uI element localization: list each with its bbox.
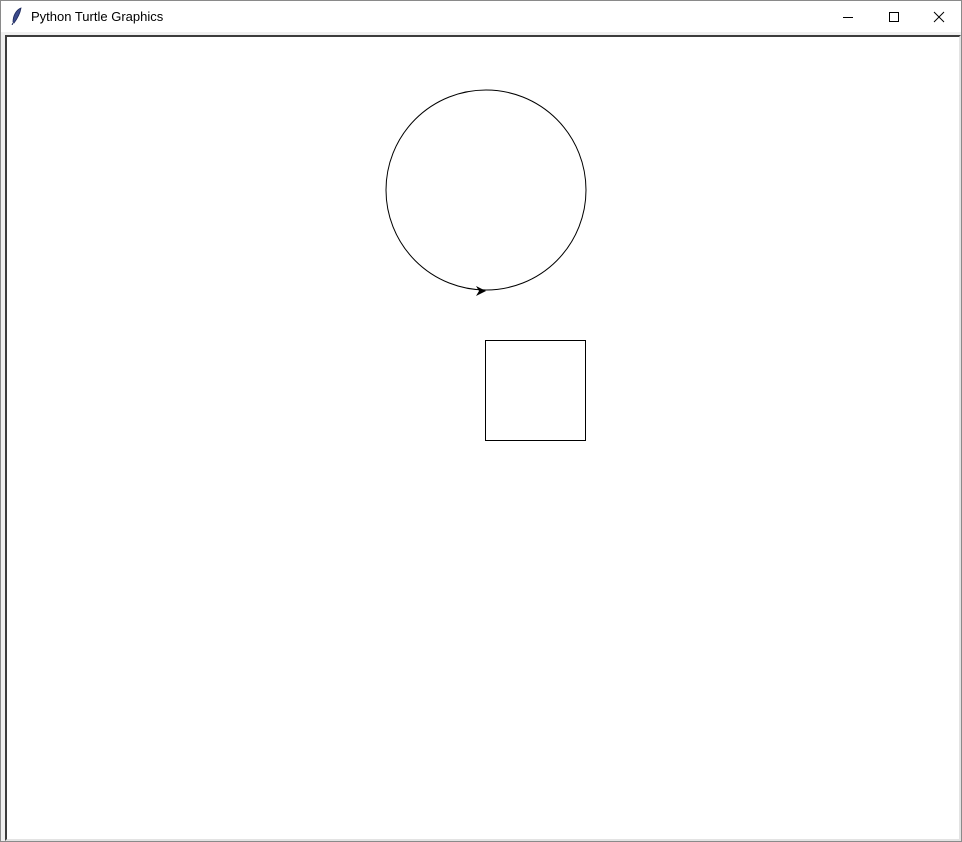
- turtle-canvas[interactable]: [7, 37, 957, 837]
- close-icon: [933, 11, 945, 22]
- close-button[interactable]: [916, 1, 962, 32]
- window-title: Python Turtle Graphics: [31, 9, 164, 24]
- turtle-window: Python Turtle Graphics: [0, 0, 962, 842]
- drawn-square: [485, 340, 586, 441]
- minimize-button[interactable]: [825, 1, 871, 32]
- drawn-circle: [385, 89, 587, 291]
- maximize-icon: [889, 11, 899, 22]
- feather-icon: [11, 7, 22, 25]
- maximize-button[interactable]: [871, 1, 917, 32]
- turtle-arrow-icon: [476, 286, 486, 296]
- minimize-icon: [843, 16, 853, 18]
- title-bar[interactable]: Python Turtle Graphics: [1, 1, 961, 32]
- turtle-canvas-frame: [5, 35, 961, 841]
